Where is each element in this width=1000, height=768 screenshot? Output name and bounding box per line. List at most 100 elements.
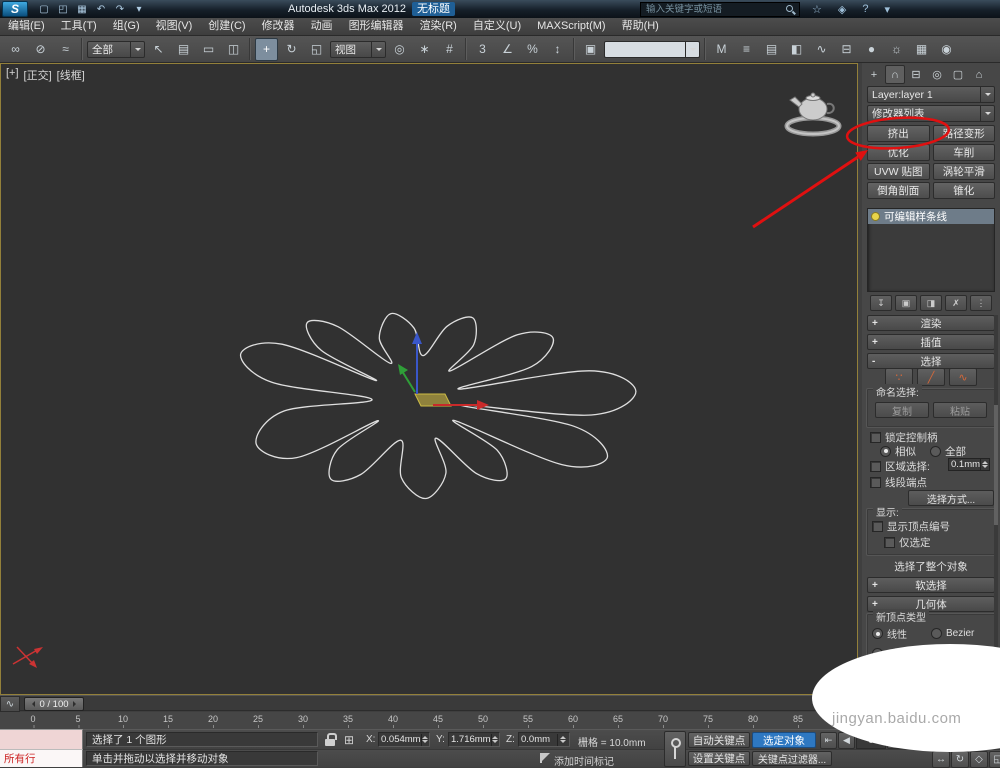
set-key-mode-button[interactable] [664, 731, 686, 767]
angle-snap-toggle-icon[interactable]: ∠ [496, 38, 519, 61]
align-icon[interactable]: ≡ [735, 38, 758, 61]
panel-scrollbar-thumb[interactable] [994, 405, 998, 525]
frame-back-icon[interactable] [29, 701, 36, 707]
segment-end-checkbox[interactable]: 线段端点 [870, 476, 927, 489]
menu-item-5[interactable]: 修改器 [254, 18, 303, 35]
render-setup-icon[interactable]: ☼ [885, 38, 908, 61]
tab-motion-icon[interactable]: ◎ [927, 65, 947, 84]
selection-lock-icon[interactable] [324, 732, 338, 747]
graphite-ribbon-icon[interactable]: ◧ [785, 38, 808, 61]
selection-filter-dropdown[interactable]: 全部 [87, 40, 145, 58]
undo-icon[interactable]: ↶ [93, 2, 109, 16]
tab-utilities-icon[interactable]: ⌂ [969, 65, 989, 84]
time-slider[interactable]: ∿ 0 / 100 [0, 695, 936, 712]
schematic-view-icon[interactable]: ⊟ [835, 38, 858, 61]
open-file-icon[interactable]: ◰ [55, 2, 71, 16]
maxscript-macro-recorder-line[interactable] [0, 729, 83, 749]
tab-hierarchy-icon[interactable]: ⊟ [906, 65, 926, 84]
project-menu-icon[interactable]: ▾ [131, 2, 147, 16]
modifier-button-extrude[interactable]: 挤出 [867, 125, 930, 142]
menu-item-4[interactable]: 创建(C) [200, 18, 253, 35]
select-by-name-icon[interactable]: ▤ [172, 38, 195, 61]
maxscript-listener-line[interactable]: 所有行 [0, 749, 83, 767]
show-vertex-numbers-checkbox[interactable]: 显示顶点编号 [872, 520, 994, 533]
area-selection-spinner[interactable]: 0.1mm [948, 458, 990, 471]
auto-key-button[interactable]: 自动关键点 [688, 732, 750, 748]
modifier-button-bevel-profile[interactable]: 倒角剖面 [867, 182, 930, 199]
menu-item-2[interactable]: 组(G) [105, 18, 148, 35]
spinner-snap-toggle-icon[interactable]: ↕ [546, 38, 569, 61]
help-icon[interactable]: ? [862, 3, 868, 15]
alike-radio[interactable]: 相似 [880, 444, 916, 459]
bind-to-space-warp-icon[interactable]: ≈ [54, 38, 77, 61]
search-input[interactable] [644, 3, 784, 16]
infocenter-favorites-icon[interactable]: ☆ [812, 3, 822, 16]
grid-snap-icon[interactable]: ⊞ [344, 733, 354, 747]
keyboard-shortcut-override-icon[interactable]: # [438, 38, 461, 61]
modifier-button-optimize[interactable]: 优化 [867, 144, 930, 161]
viewport-menu-plus[interactable]: [+] [6, 67, 19, 83]
tab-display-icon[interactable]: ▢ [948, 65, 968, 84]
tab-create-icon[interactable]: + [864, 65, 884, 84]
menu-item-10[interactable]: MAXScript(M) [529, 18, 613, 35]
material-editor-icon[interactable]: ● [860, 38, 883, 61]
set-key-button[interactable]: 设置关键点 [688, 751, 750, 766]
modifier-button-path-deform[interactable]: 路径变形 [932, 125, 995, 142]
viewport-pov-label[interactable]: [正交] [24, 67, 52, 83]
lock-handles-checkbox[interactable]: 锁定控制柄 [870, 431, 938, 444]
modifier-button-uvw-map[interactable]: UVW 贴图 [867, 163, 930, 180]
menu-item-7[interactable]: 图形编辑器 [341, 18, 412, 35]
configure-modifier-sets-icon[interactable]: ⋮ [970, 295, 992, 311]
time-tag-icon[interactable] [540, 753, 550, 763]
snap-toggle-3d-icon[interactable]: 3 [471, 38, 494, 61]
menu-item-6[interactable]: 动画 [303, 18, 341, 35]
select-and-link-icon[interactable]: ∞ [4, 38, 27, 61]
titlebar-menu-icon[interactable]: ▾ [884, 3, 890, 16]
rollout-selection[interactable]: - 选择 [867, 353, 995, 369]
paste-button[interactable]: 粘贴 [933, 402, 987, 418]
select-and-manipulate-icon[interactable]: ∗ [413, 38, 436, 61]
pan-view-icon[interactable]: ↔ [932, 751, 950, 768]
go-to-start-button[interactable]: ⇤ [820, 732, 837, 749]
mini-curve-editor-icon[interactable]: ∿ [0, 696, 20, 712]
modifier-button-taper[interactable]: 锥化 [932, 182, 995, 199]
new-scene-icon[interactable]: ▢ [36, 2, 52, 16]
menu-item-8[interactable]: 渲染(R) [412, 18, 465, 35]
rectangular-selection-region-icon[interactable]: ▭ [197, 38, 220, 61]
rollout-rendering[interactable]: + 渲染 [867, 315, 995, 331]
spinner-arrows-icon[interactable] [980, 458, 989, 471]
panel-scrollbar[interactable] [994, 315, 998, 693]
app-logo-icon[interactable]: S [2, 1, 28, 17]
curve-editor-icon[interactable]: ∿ [810, 38, 833, 61]
select-and-scale-icon[interactable]: ◱ [305, 38, 328, 61]
render-production-icon[interactable]: ◉ [935, 38, 958, 61]
modifier-button-lathe[interactable]: 车削 [932, 144, 995, 161]
area-selection-checkbox[interactable]: 区域选择: [870, 460, 930, 473]
menu-item-9[interactable]: 自定义(U) [465, 18, 529, 35]
all-radio[interactable]: 全部 [930, 444, 966, 459]
pin-stack-icon[interactable]: ↧ [870, 295, 892, 311]
selected-object-dropdown[interactable]: 选定对象 [752, 732, 816, 748]
layer-manager-icon[interactable]: ▤ [760, 38, 783, 61]
modifier-stack-item[interactable]: 可编辑样条线 [868, 209, 994, 224]
make-unique-icon[interactable]: ◨ [920, 295, 942, 311]
orbit-icon[interactable]: ↻ [951, 751, 969, 768]
window-crossing-icon[interactable]: ◫ [222, 38, 245, 61]
save-file-icon[interactable]: ▦ [74, 2, 90, 16]
copy-button[interactable]: 复制 [875, 402, 929, 418]
vertex-type-bezier[interactable]: Bezier [931, 626, 990, 641]
z-coordinate-field[interactable]: 0.0mm [518, 732, 570, 747]
field-of-view-icon[interactable]: ◇ [970, 751, 988, 768]
transform-gizmo[interactable] [398, 332, 489, 410]
selected-only-checkbox[interactable]: 仅选定 [884, 536, 994, 549]
spline-subobject-icon[interactable]: ∿ [949, 368, 977, 386]
remove-modifier-icon[interactable]: ✗ [945, 295, 967, 311]
menu-item-0[interactable]: 编辑(E) [0, 18, 53, 35]
spinner-arrows-icon[interactable] [490, 733, 498, 746]
mirror-icon[interactable]: M [710, 38, 733, 61]
reference-coordinate-dropdown[interactable]: 视图 [330, 40, 386, 58]
redo-icon[interactable]: ↷ [112, 2, 128, 16]
key-filters-button[interactable]: 关键点过滤器... [752, 751, 832, 766]
modifier-stack[interactable]: 可编辑样条线 [867, 208, 995, 292]
layer-dropdown[interactable]: Layer:layer 1 [867, 86, 995, 103]
